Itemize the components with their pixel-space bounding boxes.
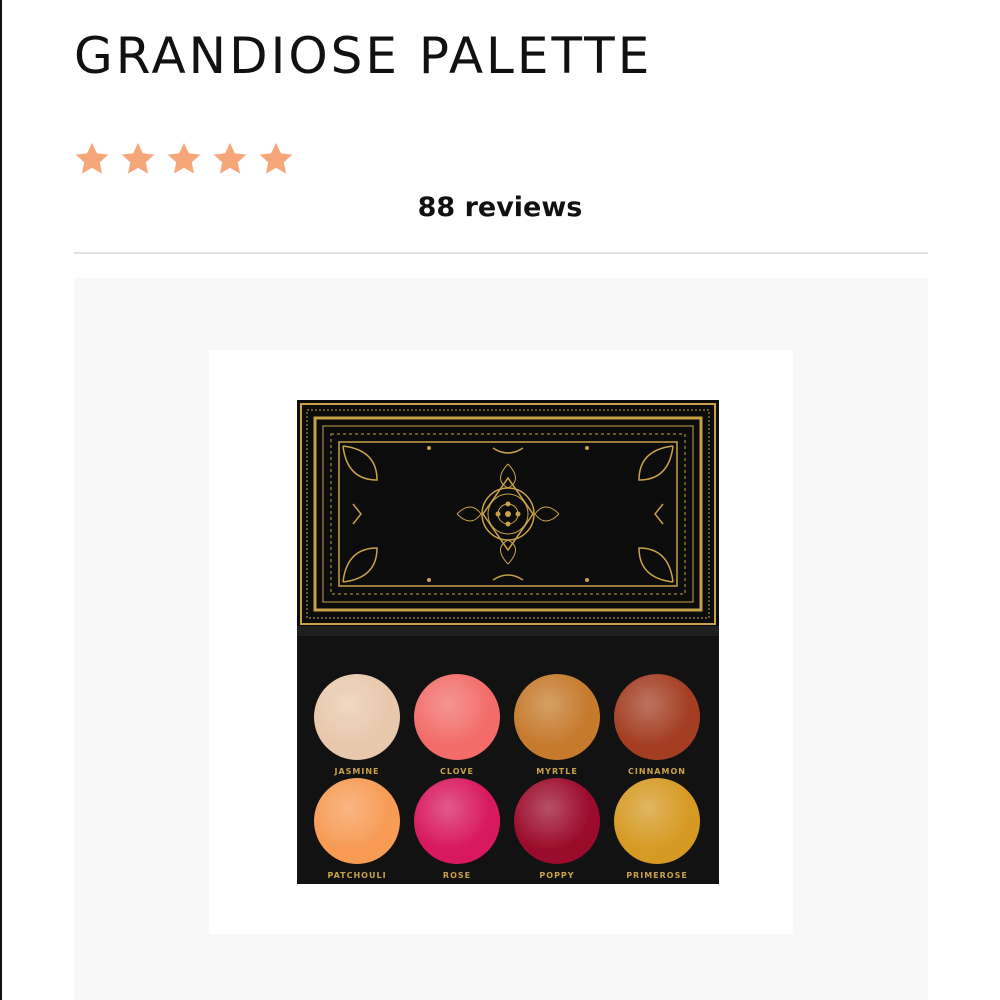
- star-icon: [121, 142, 155, 174]
- shade-label: JASMINE: [334, 767, 380, 776]
- product-image[interactable]: JASMINE CLOVE MYRTLE CINNAMON PATCHOULI ROSE P…: [297, 400, 719, 884]
- star-icon: [259, 142, 293, 174]
- product-title: GRANDIOSE PALETTE: [74, 27, 653, 85]
- star-icon: [75, 142, 109, 174]
- shade-pan-rose[interactable]: [414, 778, 500, 864]
- ornate-lid-pattern: [300, 403, 716, 625]
- star-rating[interactable]: [72, 140, 296, 178]
- shade-label: PATCHOULI: [327, 871, 387, 880]
- star-icon: [213, 142, 247, 174]
- shade-label: ROSE: [442, 871, 472, 880]
- shade-pan-clove[interactable]: [414, 674, 500, 760]
- shade-pan-primerose[interactable]: [614, 778, 700, 864]
- shade-pan-myrtle[interactable]: [514, 674, 600, 760]
- palette-lid: [297, 400, 719, 628]
- shade-pan-patchouli[interactable]: [314, 778, 400, 864]
- product-image-frame: JASMINE CLOVE MYRTLE CINNAMON PATCHOULI ROSE P…: [209, 350, 793, 934]
- shade-label: CLOVE: [440, 767, 474, 776]
- shade-label: MYRTLE: [536, 767, 578, 776]
- product-image-gallery: JASMINE CLOVE MYRTLE CINNAMON PATCHOULI ROSE P…: [74, 278, 928, 1000]
- shade-pan-cinnamon[interactable]: [614, 674, 700, 760]
- shade-label: PRIMEROSE: [626, 871, 688, 880]
- shade-pan-jasmine[interactable]: [314, 674, 400, 760]
- reviews-count-link[interactable]: 88 reviews: [0, 190, 1000, 226]
- shade-label: POPPY: [539, 871, 575, 880]
- shade-label: CINNAMON: [628, 767, 686, 776]
- left-edge-line: [0, 0, 2, 1000]
- palette-base: JASMINE CLOVE MYRTLE CINNAMON PATCHOULI ROSE P…: [297, 636, 719, 884]
- divider: [74, 252, 928, 254]
- star-icon: [167, 142, 201, 174]
- shade-pan-poppy[interactable]: [514, 778, 600, 864]
